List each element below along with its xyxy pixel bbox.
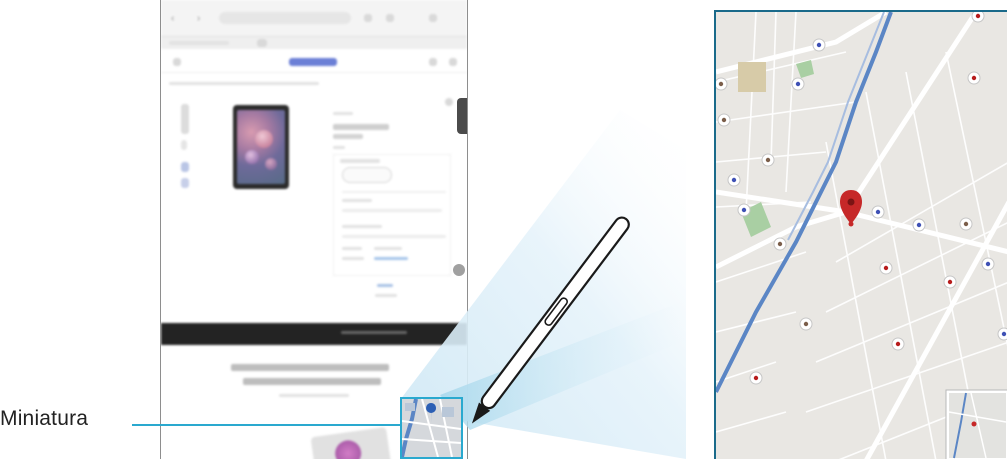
mini-map[interactable] xyxy=(945,389,1007,459)
callout-label: Miniatura xyxy=(0,407,89,430)
callout-leader-line xyxy=(132,424,402,426)
map-canvas xyxy=(716,12,1007,459)
map-view[interactable] xyxy=(714,10,1007,459)
